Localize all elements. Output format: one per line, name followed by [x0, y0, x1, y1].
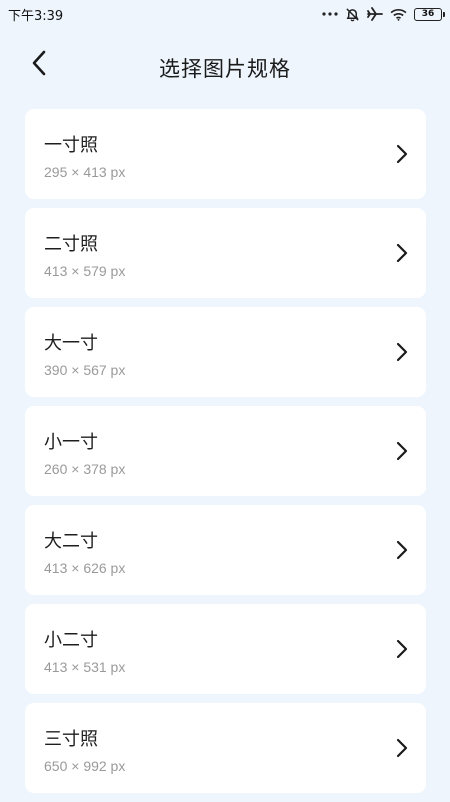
spec-item-size: 413 × 531 px [44, 659, 126, 675]
battery-icon: 36 [414, 7, 445, 21]
spec-item-size: 390 × 567 px [44, 362, 126, 378]
chevron-right-icon [396, 441, 408, 461]
more-dots-icon [322, 11, 338, 17]
airplane-icon [367, 7, 383, 21]
spec-item-title: 二寸照 [44, 234, 98, 255]
spec-item-title: 小二寸 [44, 630, 98, 651]
spec-item[interactable]: 一寸照 295 × 413 px [25, 109, 426, 199]
spec-item-size: 413 × 579 px [44, 263, 126, 279]
spec-item[interactable]: 小二寸 413 × 531 px [25, 604, 426, 694]
spec-item-title: 大二寸 [44, 531, 98, 552]
chevron-right-icon [396, 342, 408, 362]
spec-item-title: 大一寸 [44, 333, 98, 354]
status-bar: 下午3:39 36 [0, 0, 450, 28]
spec-item[interactable]: 小一寸 260 × 378 px [25, 406, 426, 496]
chevron-right-icon [396, 738, 408, 758]
spec-item-size: 260 × 378 px [44, 461, 126, 477]
chevron-right-icon [396, 540, 408, 560]
page-title: 选择图片规格 [159, 57, 291, 81]
chevron-right-icon [396, 144, 408, 164]
status-icons: 36 [322, 7, 445, 22]
spec-item-size: 650 × 992 px [44, 758, 126, 774]
spec-item[interactable]: 二寸照 413 × 579 px [25, 208, 426, 298]
wifi-icon [390, 8, 407, 21]
spec-item-title: 小一寸 [44, 432, 98, 453]
header: 选择图片规格 [0, 36, 450, 96]
spec-item-size: 295 × 413 px [44, 164, 126, 180]
spec-item-size: 413 × 626 px [44, 560, 126, 576]
alarm-off-icon [345, 7, 360, 22]
spec-item[interactable]: 大二寸 413 × 626 px [25, 505, 426, 595]
spec-item[interactable]: 三寸照 650 × 992 px [25, 703, 426, 793]
spec-item-title: 三寸照 [44, 729, 98, 750]
spec-item-title: 一寸照 [44, 135, 98, 156]
spec-list: 一寸照 295 × 413 px 二寸照 413 × 579 px 大一寸 39… [25, 109, 426, 802]
chevron-right-icon [396, 243, 408, 263]
chevron-right-icon [396, 639, 408, 659]
spec-item[interactable]: 大一寸 390 × 567 px [25, 307, 426, 397]
status-time: 下午3:39 [8, 8, 64, 24]
